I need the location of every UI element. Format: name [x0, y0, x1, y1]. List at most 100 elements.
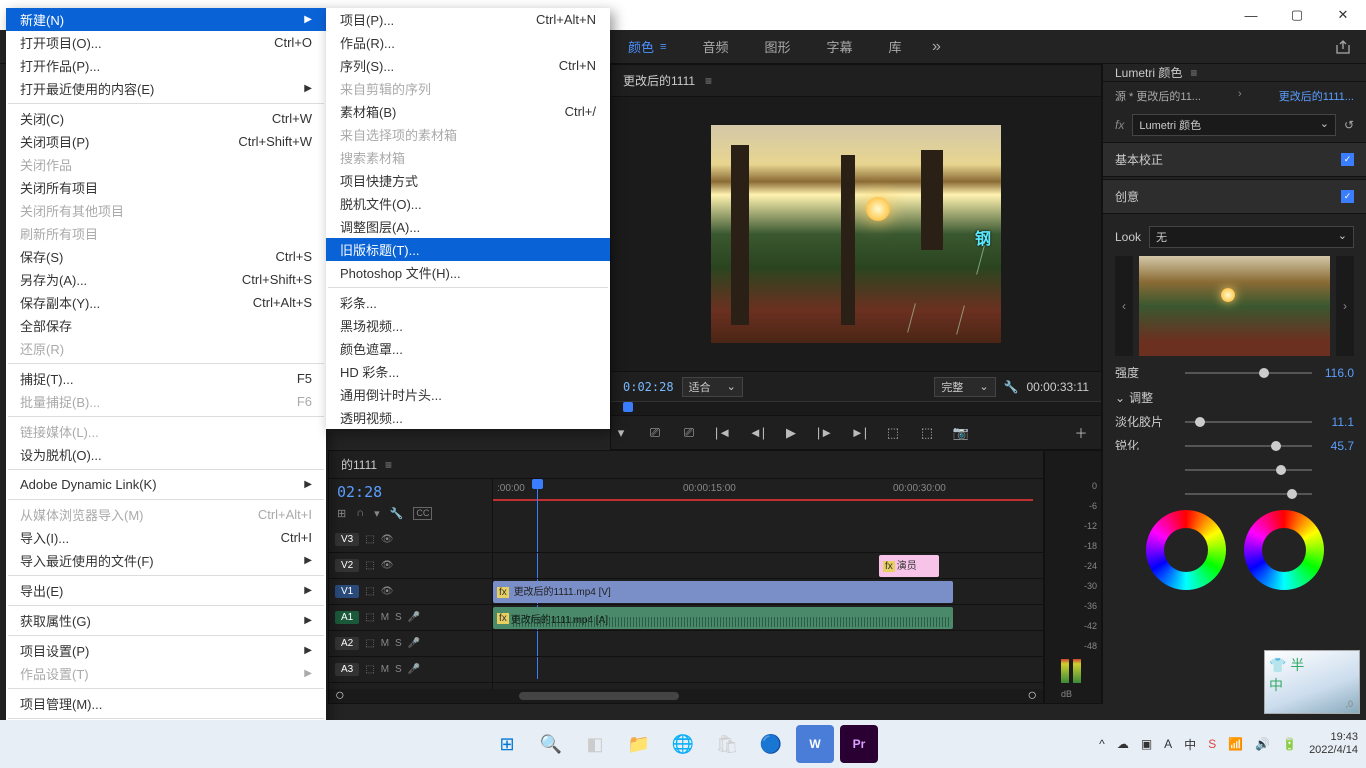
track-header-v1[interactable]: V1⬚👁 — [329, 579, 492, 605]
tray-volume-icon[interactable]: 🔊 — [1255, 737, 1270, 751]
quality-dropdown[interactable]: 完整⌄ — [934, 377, 995, 397]
track-header-v3[interactable]: V3⬚👁 — [329, 527, 492, 553]
menu-item[interactable]: 捕捉(T)...F5 — [6, 367, 326, 390]
look-dropdown[interactable]: 无⌄ — [1149, 226, 1354, 248]
play-icon[interactable]: ▶ — [781, 425, 801, 441]
track-header-a2[interactable]: A2⬚MS🎤 — [329, 631, 492, 657]
clip-actor[interactable]: fx演员 — [879, 555, 939, 577]
menu-item[interactable]: Adobe Dynamic Link(K)▶ — [6, 473, 326, 496]
menu-item[interactable]: 导出(E)▶ — [6, 579, 326, 602]
lumetri-effect-select[interactable]: Lumetri 颜色⌄ — [1132, 114, 1336, 136]
menu-item[interactable]: 保存副本(Y)...Ctrl+Alt+S — [6, 291, 326, 314]
timeline-timecode[interactable]: 02:28 — [337, 483, 484, 501]
workspace-tab-graphics[interactable]: 图形 — [746, 30, 808, 63]
fit-dropdown[interactable]: 适合⌄ — [682, 377, 743, 397]
clip-video-main[interactable]: fx 更改后的1111.mp4 [V] — [493, 581, 953, 603]
tray-chevron-icon[interactable]: ^ — [1099, 737, 1105, 751]
program-monitor[interactable]: 钢 — [611, 97, 1101, 371]
checkbox-basic[interactable]: ✓ — [1341, 153, 1354, 166]
track-lane-a3[interactable] — [493, 657, 1043, 683]
menu-item[interactable]: 项目管理(M)... — [6, 692, 326, 715]
tray-wifi-icon[interactable]: 📶 — [1228, 737, 1243, 751]
share-icon[interactable] — [1320, 30, 1366, 63]
menu-item[interactable]: 项目(P)...Ctrl+Alt+N — [326, 8, 610, 31]
menu-item[interactable]: 导入最近使用的文件(F)▶ — [6, 549, 326, 572]
wps-icon[interactable]: W — [796, 725, 834, 763]
store-icon[interactable]: 🛍 — [708, 725, 746, 763]
tray-app-icon[interactable]: ▣ — [1141, 737, 1152, 751]
menu-item[interactable]: 获取属性(G)▶ — [6, 609, 326, 632]
checkbox-creative[interactable]: ✓ — [1341, 190, 1354, 203]
section-basic[interactable]: 基本校正 ✓ — [1103, 142, 1366, 177]
go-to-in-icon[interactable]: |◄ — [713, 425, 733, 440]
menu-item[interactable]: 序列(S)...Ctrl+N — [326, 54, 610, 77]
menu-item[interactable]: 项目设置(P)▶ — [6, 639, 326, 662]
preview-next-icon[interactable]: › — [1336, 256, 1354, 356]
lumetri-sequence[interactable]: 更改后的1111... — [1279, 88, 1354, 104]
marker-icon[interactable]: ▾ — [374, 507, 380, 520]
section-creative[interactable]: 创意 ✓ — [1103, 179, 1366, 214]
go-to-out-icon[interactable]: ►| — [849, 425, 869, 440]
menu-item[interactable]: 透明视频... — [326, 406, 610, 429]
menu-item[interactable]: 关闭项目(P)Ctrl+Shift+W — [6, 130, 326, 153]
menu-item[interactable]: 旧版标题(T)... — [326, 238, 610, 261]
track-lane-a1[interactable]: fx 更改后的1111.mp4 [A] — [493, 605, 1043, 631]
maximize-button[interactable]: ▢ — [1274, 0, 1320, 30]
timeline-tab[interactable]: 的1111≡ — [329, 451, 1043, 479]
clip-audio-main[interactable]: fx 更改后的1111.mp4 [A] — [493, 607, 953, 629]
tray-ime-icon[interactable]: A — [1164, 737, 1172, 751]
tray-battery-icon[interactable]: 🔋 — [1282, 737, 1297, 751]
track-lane-v2[interactable]: fx演员 — [493, 553, 1043, 579]
premiere-icon[interactable]: Pr — [840, 725, 878, 763]
menu-item[interactable]: 作品(R)... — [326, 31, 610, 54]
menu-item[interactable]: 颜色遮罩... — [326, 337, 610, 360]
menu-item[interactable]: 彩条... — [326, 291, 610, 314]
program-ruler[interactable] — [611, 401, 1101, 415]
workspace-tab-library[interactable]: 库 — [870, 30, 919, 63]
workspace-tab-color[interactable]: 颜色≡ — [610, 30, 684, 63]
saturation-slider[interactable] — [1185, 493, 1312, 495]
settings-icon[interactable]: 🔧 — [390, 507, 404, 520]
menu-item[interactable]: 全部保存 — [6, 314, 326, 337]
reset-icon[interactable]: ↺ — [1344, 118, 1354, 132]
shadow-wheel[interactable] — [1146, 510, 1226, 590]
menu-item[interactable]: 关闭所有项目 — [6, 176, 326, 199]
tray-ime2-icon[interactable]: 中 — [1184, 736, 1196, 753]
button-editor-icon[interactable]: ＋ — [1071, 423, 1091, 442]
timeline-scrollbar[interactable]: ○○ — [329, 689, 1043, 703]
playhead-icon[interactable] — [623, 402, 633, 412]
workspace-tab-captions[interactable]: 字幕 — [808, 30, 870, 63]
search-icon[interactable]: 🔍 — [532, 725, 570, 763]
menu-item[interactable]: 导入(I)...Ctrl+I — [6, 526, 326, 549]
track-lane-v3[interactable] — [493, 527, 1043, 553]
lumetri-tab[interactable]: Lumetri 颜色≡ — [1103, 64, 1366, 82]
explorer-icon[interactable]: 📁 — [620, 725, 658, 763]
menu-item[interactable]: 通用倒计时片头... — [326, 383, 610, 406]
link-icon[interactable]: ∩ — [356, 507, 364, 520]
menu-item[interactable]: 新建(N)▶ — [6, 8, 326, 31]
program-tab[interactable]: 更改后的1111 ≡ — [611, 65, 1101, 97]
tray-clock[interactable]: 19:43 2022/4/14 — [1309, 731, 1358, 757]
current-timecode[interactable]: 0:02:28 — [623, 380, 674, 394]
track-header-a3[interactable]: A3⬚MS🎤 — [329, 657, 492, 683]
snap-icon[interactable]: ⊞ — [337, 507, 346, 520]
menu-item[interactable]: 另存为(A)...Ctrl+Shift+S — [6, 268, 326, 291]
highlight-wheel[interactable] — [1244, 510, 1324, 590]
marker-icon[interactable]: ▾ — [611, 425, 631, 441]
menu-item[interactable]: 保存(S)Ctrl+S — [6, 245, 326, 268]
tray-onedrive-icon[interactable]: ☁ — [1117, 737, 1129, 751]
taskview-icon[interactable]: ◧ — [576, 725, 614, 763]
adjust-header[interactable]: ⌄调整 — [1115, 389, 1354, 406]
sharpen-slider[interactable] — [1185, 445, 1312, 447]
menu-item[interactable]: 关闭(C)Ctrl+W — [6, 107, 326, 130]
panel-menu-icon[interactable]: ≡ — [705, 74, 712, 88]
menu-item[interactable]: 项目快捷方式 — [326, 169, 610, 192]
track-header-a1[interactable]: A1⬚MS🎤 — [329, 605, 492, 631]
menu-item[interactable]: 调整图层(A)... — [326, 215, 610, 238]
timeline-ruler[interactable]: :00:00 00:00:15:00 00:00:30:00 — [493, 479, 1043, 527]
menu-item[interactable]: 打开项目(O)...Ctrl+O — [6, 31, 326, 54]
lift-icon[interactable]: ⬚ — [883, 425, 903, 441]
cc-icon[interactable]: CC — [413, 507, 432, 520]
app-icon[interactable]: 🔵 — [752, 725, 790, 763]
menu-item[interactable]: 黑场视频... — [326, 314, 610, 337]
